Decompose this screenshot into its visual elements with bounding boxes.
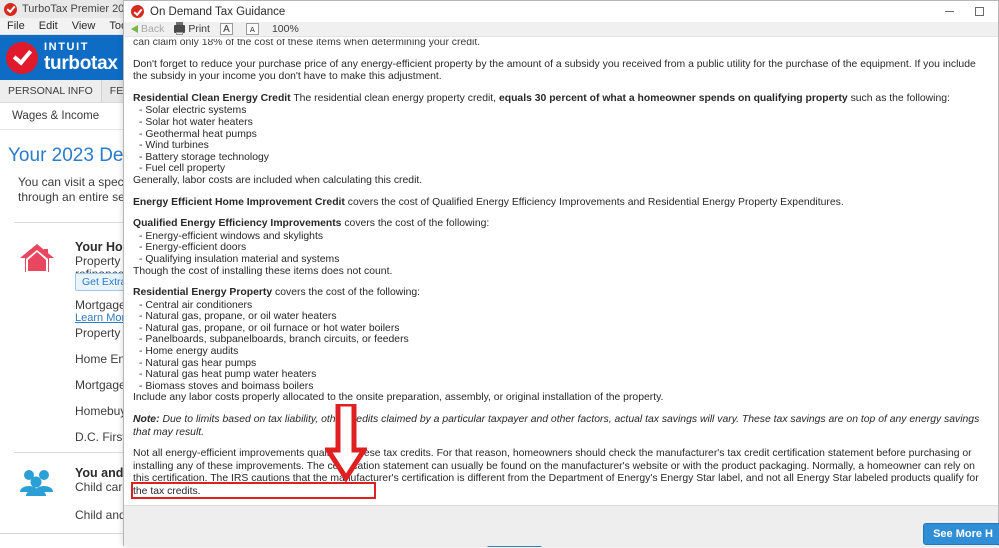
article-heading-qeei: Qualified Energy Efficiency Improvements… [133, 218, 989, 231]
rep-list: - Central air conditioners - Natural gas… [133, 300, 989, 393]
menu-item-file[interactable]: File [0, 20, 32, 32]
list-item: - Home energy audits [139, 346, 239, 358]
rcec-mid-text: The residential clean energy property cr… [290, 92, 499, 104]
list-item: - Energy-efficient doors [139, 242, 247, 254]
article-heading-rep: Residential Energy Property covers the c… [133, 287, 989, 300]
page-subtitle-line-1: You can visit a specifi [18, 175, 133, 189]
back-arrow-icon [131, 25, 138, 33]
eehic-bold-label: Energy Efficient Home Improvement Credit [133, 196, 345, 208]
modal-window-title: On Demand Tax Guidance [150, 5, 286, 18]
qeei-install-note: Though the cost of installing these item… [133, 265, 393, 277]
back-button-label: Back [141, 23, 165, 35]
list-item: - Panelboards, subpanelboards, branch ci… [139, 334, 409, 346]
list-item: - Solar electric systems [139, 105, 247, 117]
page-subtitle: You can visit a specifi through an entir… [18, 175, 134, 205]
list-item: - Solar hot water heaters [139, 116, 253, 128]
row-dc-first-time[interactable]: D.C. First- [75, 430, 130, 444]
subtab-wages-and-income[interactable]: Wages & Income [0, 110, 111, 122]
menu-item-edit[interactable]: Edit [32, 20, 65, 32]
zoom-level-label: 100% [271, 23, 299, 35]
list-item: - Geothermal heat pumps [139, 128, 257, 140]
print-button[interactable]: Print [174, 22, 210, 35]
rcec-bold2-label: equals 30 percent of what a homeowner sp… [498, 92, 848, 104]
note-1-label: Note: [133, 414, 160, 426]
rcec-labor-note: Generally, labor costs are included when… [133, 174, 423, 186]
rcec-list: - Solar electric systems - Solar hot wat… [133, 105, 989, 175]
zoom-level[interactable]: 100% [272, 23, 299, 35]
font-large-icon: A [219, 23, 233, 35]
list-item: - Natural gas, propane, or oil water hea… [139, 311, 337, 323]
minimize-button[interactable] [934, 1, 964, 22]
turbotax-logo-icon [4, 2, 17, 16]
rep-bold-label: Residential Energy Property [133, 287, 273, 299]
note-1-text: Due to limits based on tax liability, ot… [133, 414, 980, 438]
modal-footer: See More H [124, 505, 999, 546]
rcec-tail-text: such as the following: [847, 92, 950, 104]
list-item: - Natural gas, propane, or oil furnace o… [139, 322, 400, 334]
list-item: - Central air conditioners [139, 299, 253, 311]
article-paragraph-manufacturer: Not all energy-efficient improvements qu… [133, 448, 979, 497]
list-item: - Energy-efficient windows and skylights [139, 230, 324, 242]
guidance-article-body[interactable]: can claim only 18% of the cost of these … [124, 37, 998, 505]
menu-item-view[interactable]: View [65, 20, 103, 32]
house-icon [20, 244, 54, 272]
rep-labor-note: Include any labor costs properly allocat… [133, 392, 664, 404]
qeei-list: - Energy-efficient windows and skylights… [133, 231, 989, 266]
decrease-font-button[interactable]: A [245, 23, 262, 35]
rep-tail-text: covers the cost of the following: [272, 287, 421, 299]
back-button[interactable]: Back [131, 23, 164, 35]
qeei-bold-label: Qualified Energy Efficiency Improvements [133, 218, 342, 230]
qeei-tail-text: covers the cost of the following: [341, 218, 490, 230]
maximize-button[interactable] [964, 1, 994, 22]
tab-personal-info[interactable]: PERSONAL INFO [0, 80, 102, 102]
list-item: - Natural gas heat pump water heaters [139, 369, 317, 381]
article-cut-off-line: can claim only 18% of the cost of these … [133, 37, 481, 48]
article-heading-rcec: Residential Clean Energy Credit The resi… [133, 93, 989, 106]
font-small-icon: A [245, 23, 259, 35]
modal-title-bar: On Demand Tax Guidance [124, 1, 998, 22]
window-controls[interactable] [934, 1, 994, 22]
list-item: - Wind turbines [139, 140, 209, 152]
list-item: - Biomass stoves and boimass boilers [139, 380, 314, 392]
page-subtitle-line-2: through an entire sect [18, 190, 135, 204]
turbotax-check-icon [131, 5, 144, 18]
rcec-bold-label: Residential Clean Energy Credit [133, 92, 291, 104]
list-item: - Qualifying insulation material and sys… [139, 253, 340, 265]
article-paragraph-subsidy: Don't forget to reduce your purchase pri… [133, 58, 976, 83]
turbotax-check-icon [6, 41, 38, 74]
turbotax-wordmark-text: turbotax [44, 53, 118, 74]
increase-font-button[interactable]: A [219, 23, 236, 35]
article-heading-eehic: Energy Efficient Home Improvement Credit… [133, 197, 989, 210]
people-icon [20, 470, 53, 496]
intuit-wordmark: INTUIT [44, 41, 90, 53]
eehic-tail-text: covers the cost of Qualified Energy Effi… [344, 196, 844, 208]
see-more-help-button[interactable]: See More H [923, 523, 999, 545]
modal-toolbar[interactable]: Back Print A A 100% [124, 22, 998, 37]
article-note-1: Note: Due to limits based on tax liabili… [133, 414, 989, 439]
on-demand-tax-guidance-window: On Demand Tax Guidance Back Print A A 10… [123, 0, 999, 546]
print-button-label: Print [188, 23, 210, 35]
printer-icon [174, 22, 186, 35]
list-item: - Fuel cell property [139, 163, 226, 175]
turbotax-wordmark: INTUIT turbotax [44, 41, 118, 74]
list-item: - Natural gas hear pumps [139, 357, 257, 369]
list-item: - Battery storage technology [139, 151, 269, 163]
